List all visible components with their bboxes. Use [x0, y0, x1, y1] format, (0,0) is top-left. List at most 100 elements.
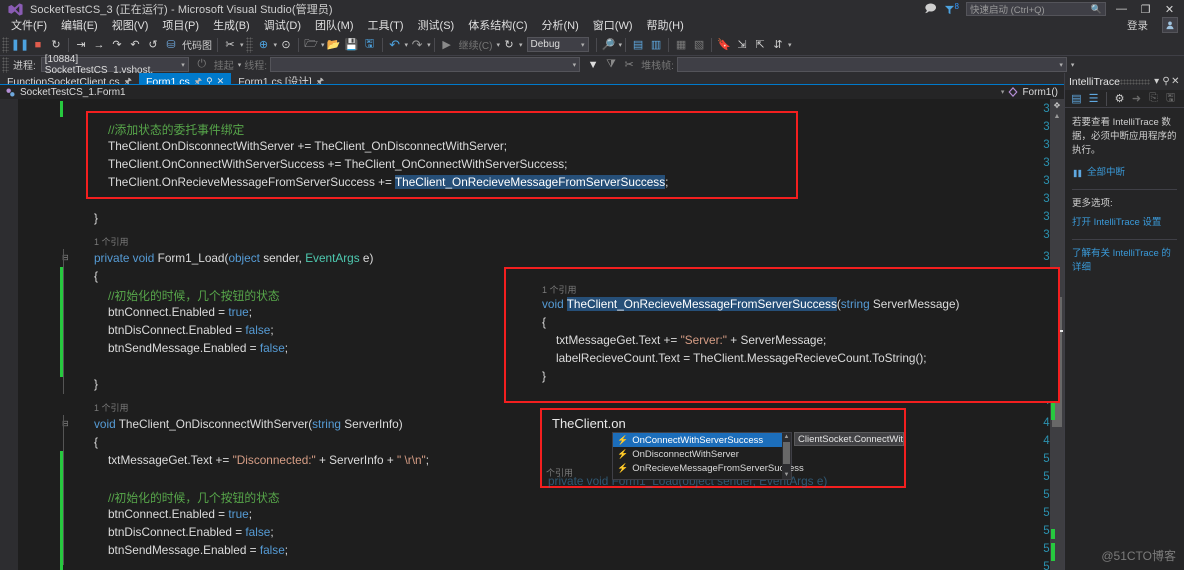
solution-explorer-icon[interactable]: ▤	[629, 36, 647, 54]
codelens-reference-count[interactable]: 1 个引用	[94, 401, 129, 414]
toolbar-grip[interactable]	[2, 36, 9, 53]
code-map-label[interactable]: 代码图	[180, 37, 214, 52]
calls-view-icon[interactable]: ☰	[1086, 91, 1101, 106]
chevron-down-icon-stack[interactable]: ▾	[1059, 61, 1063, 69]
clear-filter-icon[interactable]: ⧩	[602, 56, 620, 74]
scroll-down-arrow-icon[interactable]: ▼	[782, 471, 791, 479]
minimize-button[interactable]: —	[1113, 3, 1130, 15]
chevron-down-icon-process[interactable]: ▾	[181, 61, 185, 69]
scroll-up-arrow-icon[interactable]: ▲	[782, 433, 791, 441]
intellisense-scrollbar[interactable]: ▲ ▼	[782, 433, 791, 479]
notification-flag-icon[interactable]	[944, 4, 955, 15]
clear-bookmarks-icon[interactable]: ⇵	[769, 36, 787, 54]
codelens-reference-count[interactable]: 1 个引用	[94, 235, 129, 248]
debug-toolbar-overflow-icon[interactable]: ▾	[1071, 61, 1075, 69]
chevron-down-icon-navtype[interactable]: ▾	[1001, 88, 1005, 96]
bookmark-overflow-icon[interactable]: ▾	[788, 41, 792, 49]
completion-item-onrecievemessagefromserversuccess[interactable]: ⚡ OnRecieveMessageFromServerSuccess	[613, 461, 804, 475]
solution-config-combo[interactable]: Debug ▾	[526, 37, 589, 52]
completion-item-onconnectwithserversuccess[interactable]: ⚡ OnConnectWithServerSuccess	[613, 433, 791, 447]
toolbox-icon[interactable]: ▦	[672, 36, 690, 54]
chevron-down-icon-config[interactable]: ▾	[581, 41, 585, 49]
pause-button[interactable]: ❚❚	[11, 36, 29, 54]
feedback-icon[interactable]: 🗩	[924, 3, 936, 15]
scrollbar-options-icon[interactable]: ✥	[1050, 99, 1064, 113]
settings-gear-icon[interactable]: ⚙	[1112, 91, 1127, 106]
notification-group[interactable]: 8	[944, 2, 959, 15]
chevron-down-icon-thread[interactable]: ▾	[573, 61, 577, 69]
completion-item-ondisconnectwithserver[interactable]: ⚡ OnDisconnectWithServer	[613, 447, 791, 461]
menu-item-analyze[interactable]: 分析(N)	[535, 18, 586, 34]
stack-frame-combo[interactable]: ▾	[676, 57, 1067, 72]
scroll-up-arrow-icon[interactable]: ▲	[1050, 113, 1064, 124]
suspend-icon[interactable]: ⏻	[193, 56, 211, 74]
intellisense-scroll-thumb[interactable]	[783, 442, 790, 464]
prev-bookmark-icon[interactable]: ⇱	[751, 36, 769, 54]
step-into-button[interactable]: →	[90, 36, 108, 54]
diagnostics-icon[interactable]: ✂	[221, 36, 239, 54]
find-icon[interactable]: 🔎	[600, 36, 618, 54]
learn-more-intellitrace-link[interactable]: 了解有关 IntelliTrace 的详细	[1072, 247, 1177, 275]
stop-button[interactable]: ■	[29, 36, 47, 54]
suspend-label[interactable]: 挂起	[211, 57, 237, 72]
drag-handle-dots[interactable]	[1119, 78, 1150, 85]
bookmark-icon[interactable]: 🔖	[715, 36, 733, 54]
navigate-icon[interactable]: ➜	[1129, 91, 1144, 106]
save-icon[interactable]: 🖫	[1163, 91, 1178, 106]
add-item-icon[interactable]: ⊙	[277, 36, 295, 54]
refresh-chevron-icon[interactable]: ▾	[519, 41, 523, 49]
menu-item-tools[interactable]: 工具(T)	[361, 18, 411, 34]
intellisense-completion-list[interactable]: ⚡ OnConnectWithServerSuccess ⚡ OnDisconn…	[612, 432, 804, 480]
menu-item-build[interactable]: 生成(B)	[206, 18, 257, 34]
menu-item-project[interactable]: 项目(P)	[155, 18, 206, 34]
close-window-icon[interactable]: ✕	[1171, 76, 1180, 87]
menu-item-file[interactable]: 文件(F)	[4, 18, 54, 34]
step-over-button[interactable]: ↷	[108, 36, 126, 54]
navbar-member-combo[interactable]: ▾ Form1()	[1001, 87, 1058, 98]
codelens-reference-count[interactable]: 1 个引用	[542, 283, 577, 296]
search-icon[interactable]: 🔍	[1091, 4, 1102, 15]
window-menu-chevron-icon[interactable]: ▾	[1152, 76, 1161, 87]
next-bookmark-icon[interactable]: ⇲	[733, 36, 751, 54]
redo-chevron-icon[interactable]: ▾	[427, 41, 431, 49]
menu-item-debug[interactable]: 调试(D)	[257, 18, 308, 34]
open-project-icon[interactable]: 🗁	[302, 36, 320, 54]
save-icon[interactable]: 💾	[343, 36, 361, 54]
close-button[interactable]: ✕	[1161, 3, 1178, 16]
filter-icon[interactable]: ▼	[584, 56, 602, 74]
no-filter-icon[interactable]: ✂	[620, 56, 638, 74]
process-combo[interactable]: [10884] SocketTestCS_1.vshost. ▾	[40, 54, 189, 76]
pin-window-icon[interactable]: ⚲	[1161, 76, 1170, 87]
step-out-button[interactable]: ↶	[126, 36, 144, 54]
signin-button[interactable]: 登录	[1127, 18, 1148, 34]
undo-icon[interactable]: ↶	[386, 36, 404, 54]
restart-button[interactable]: ↻	[47, 36, 65, 54]
menu-item-test[interactable]: 测试(S)	[411, 18, 462, 34]
properties-window-icon[interactable]: ▥	[647, 36, 665, 54]
toolbar-grip-2[interactable]	[245, 36, 253, 53]
error-list-icon[interactable]: ▧	[690, 36, 708, 54]
break-all-link[interactable]: 全部中断	[1087, 166, 1125, 180]
menu-item-architecture[interactable]: 体系结构(C)	[461, 18, 534, 34]
navbar-type-combo[interactable]: SocketTestCS_1.Form1	[0, 87, 126, 98]
new-project-icon[interactable]: ⊕	[255, 36, 273, 54]
menu-item-view[interactable]: 视图(V)	[105, 18, 156, 34]
menu-item-window[interactable]: 窗口(W)	[586, 18, 640, 34]
quick-launch-box[interactable]: 快速启动 (Ctrl+Q) 🔍	[966, 2, 1106, 16]
cycle-clipboard-ring-button[interactable]: ↺	[144, 36, 162, 54]
menu-item-edit[interactable]: 编辑(E)	[54, 18, 105, 34]
open-file-icon[interactable]: 📂	[325, 36, 343, 54]
events-view-icon[interactable]: ▤	[1069, 91, 1084, 106]
break-all-action[interactable]: 全部中断	[1072, 166, 1177, 180]
save-all-icon[interactable]: 🖫	[361, 36, 379, 54]
chevron-down-icon[interactable]: ▾	[240, 41, 244, 49]
menu-item-team[interactable]: 团队(M)	[308, 18, 361, 34]
start-debug-icon[interactable]: ▶	[438, 36, 456, 54]
refresh-icon[interactable]: ↻	[500, 36, 518, 54]
debug-toolbar-grip[interactable]	[2, 56, 9, 73]
code-map-icon[interactable]: ⛁	[162, 36, 180, 54]
show-next-statement-button[interactable]: ⇥	[72, 36, 90, 54]
start-debug-label[interactable]: 继续(C)	[456, 37, 496, 52]
menu-item-help[interactable]: 帮助(H)	[640, 18, 691, 34]
restore-button[interactable]: ❐	[1137, 3, 1154, 16]
